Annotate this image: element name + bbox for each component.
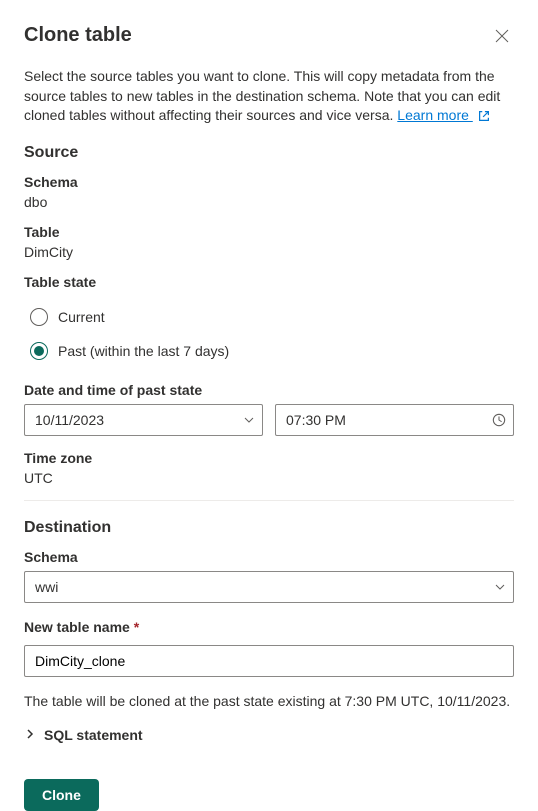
- required-asterisk: *: [134, 619, 139, 635]
- timezone-value: UTC: [24, 470, 514, 486]
- source-schema-value: dbo: [24, 194, 514, 210]
- dialog-title: Clone table: [24, 24, 132, 47]
- radio-current[interactable]: Current: [24, 300, 514, 334]
- datetime-label: Date and time of past state: [24, 382, 514, 398]
- new-table-name-input[interactable]: [24, 645, 514, 677]
- radio-current-label: Current: [58, 309, 105, 325]
- radio-past[interactable]: Past (within the last 7 days): [24, 334, 514, 368]
- new-table-name-label: New table name *: [24, 619, 514, 635]
- source-table-value: DimCity: [24, 244, 514, 260]
- datetime-row: [24, 404, 514, 436]
- close-icon: [494, 28, 510, 47]
- source-heading: Source: [24, 144, 514, 162]
- date-input[interactable]: [24, 404, 263, 436]
- dest-schema-select[interactable]: [24, 571, 514, 603]
- radio-dot-icon: [34, 346, 44, 356]
- time-input-wrap: [275, 404, 514, 436]
- radio-past-label: Past (within the last 7 days): [58, 343, 229, 359]
- section-divider: [24, 500, 514, 501]
- dialog-description: Select the source tables you want to clo…: [24, 67, 514, 126]
- sql-statement-label: SQL statement: [44, 727, 143, 743]
- date-input-wrap: [24, 404, 263, 436]
- destination-heading: Destination: [24, 519, 514, 537]
- dest-schema-label: Schema: [24, 549, 514, 565]
- source-schema-label: Schema: [24, 174, 514, 190]
- dest-schema-select-wrap: [24, 571, 514, 603]
- source-table-label: Table: [24, 224, 514, 240]
- external-link-icon: [477, 109, 491, 123]
- chevron-right-icon: [24, 727, 36, 743]
- time-input[interactable]: [275, 404, 514, 436]
- table-state-radio-group: Current Past (within the last 7 days): [24, 300, 514, 368]
- timezone-label: Time zone: [24, 450, 514, 466]
- sql-statement-toggle[interactable]: SQL statement: [24, 727, 514, 743]
- close-button[interactable]: [490, 24, 514, 51]
- clone-summary: The table will be cloned at the past sta…: [24, 693, 514, 709]
- dialog-header: Clone table: [24, 24, 514, 51]
- radio-unchecked-icon: [30, 308, 48, 326]
- new-table-name-label-text: New table name: [24, 619, 130, 635]
- table-state-label: Table state: [24, 274, 514, 290]
- learn-more-link[interactable]: Learn more: [397, 107, 472, 123]
- radio-checked-icon: [30, 342, 48, 360]
